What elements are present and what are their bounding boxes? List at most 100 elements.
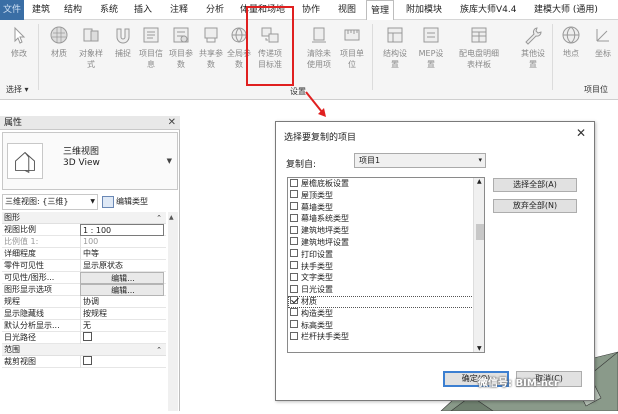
list-item[interactable]: 日光设置	[288, 284, 484, 296]
menu-tab-architecture[interactable]: 建筑	[32, 0, 50, 20]
list-item[interactable]: 建筑地坪设置	[288, 237, 484, 249]
list-item[interactable]: 幕墙类型	[288, 202, 484, 214]
ribbon: 修改 材质 对象样式 捕捉 项目信息 项目参数 共享参数 全局参数 传递项目标准…	[0, 20, 618, 100]
section-graphics[interactable]: 图形 ⌃	[2, 212, 166, 224]
structural-settings-button[interactable]: 结构设置	[380, 22, 410, 70]
section-extents-label: 范围	[4, 345, 20, 354]
menu-tab-view[interactable]: 视图	[338, 0, 356, 20]
shared-parameters-label: 共享参数	[199, 49, 223, 69]
item-checkbox[interactable]	[290, 261, 298, 270]
menu-tab-manage[interactable]: 管理	[366, 0, 395, 20]
item-checkbox[interactable]	[290, 331, 298, 340]
close-icon[interactable]: ✕	[168, 116, 176, 130]
copy-from-select[interactable]: 项目1 ▾	[354, 153, 486, 168]
property-row: 比例值 1: 100	[2, 236, 166, 248]
list-item[interactable]: 幕墙系统类型	[288, 213, 484, 225]
menu-tab-structure[interactable]: 结构	[64, 0, 82, 20]
list-item[interactable]: 打印设置	[288, 249, 484, 261]
materials-button[interactable]: 材质	[44, 22, 74, 59]
item-checkbox[interactable]	[290, 296, 298, 305]
object-styles-button[interactable]: 对象样式	[76, 22, 106, 70]
edit-type-label: 编辑类型	[116, 197, 148, 206]
graphic-display-edit-button[interactable]: 编辑...	[80, 284, 164, 296]
list-item[interactable]: 屋檐底板设置	[288, 178, 484, 190]
view-scale-field[interactable]: 1 : 100	[80, 224, 164, 236]
chevron-down-icon[interactable]: ▼	[167, 157, 172, 165]
list-item[interactable]: 构造类型	[288, 308, 484, 320]
item-checkbox[interactable]	[290, 320, 298, 329]
purge-unused-button[interactable]: 清除未使用项	[304, 22, 334, 70]
menu-tab-collaborate[interactable]: 协作	[302, 0, 320, 20]
project-parameters-button[interactable]: 项目参数	[166, 22, 196, 70]
vg-overrides-edit-button[interactable]: 编辑...	[80, 272, 164, 284]
collapse-icon[interactable]: ⌃	[156, 212, 162, 224]
scroll-thumb[interactable]	[476, 224, 484, 240]
house-3d-icon	[7, 143, 43, 179]
collapse-icon[interactable]: ⌃	[156, 344, 162, 356]
close-icon[interactable]: ✕	[576, 126, 586, 140]
item-checkbox[interactable]	[290, 225, 298, 234]
scroll-down-icon[interactable]: ▼	[477, 345, 482, 352]
item-label: 幕墙类型	[301, 202, 333, 212]
watermark-text: 微信号: BIM-ncr	[478, 378, 559, 389]
menu-tab-annotate[interactable]: 注释	[170, 0, 188, 20]
parts-visibility-field[interactable]: 显示原状态	[80, 260, 164, 272]
coordinates-button[interactable]: 坐标	[588, 22, 618, 59]
panel-schedule-templates-button[interactable]: 配电盘明细表样板	[456, 22, 502, 70]
sun-path-checkbox[interactable]	[83, 332, 92, 341]
properties-scrollbar[interactable]: ▲	[168, 212, 178, 411]
list-item[interactable]: 屋顶类型	[288, 190, 484, 202]
project-units-button[interactable]: 项目单位	[337, 22, 367, 70]
section-extents[interactable]: 范围 ⌃	[2, 344, 166, 356]
menu-tab-systems[interactable]: 系统	[100, 0, 118, 20]
menu-tab-analyze[interactable]: 分析	[206, 0, 224, 20]
menu-tab-addins[interactable]: 附加模块	[406, 0, 442, 20]
property-row: 默认分析显示... 无	[2, 320, 166, 332]
property-name: 默认分析显示...	[4, 321, 60, 330]
detail-level-field[interactable]: 中等	[80, 248, 164, 260]
menu-file[interactable]: 文件	[0, 0, 24, 20]
scroll-up-icon[interactable]: ▲	[169, 214, 174, 221]
list-item[interactable]: 栏杆扶手类型	[288, 331, 484, 343]
list-item[interactable]: 材质	[288, 295, 484, 308]
menu-tab-insert[interactable]: 插入	[134, 0, 152, 20]
project-info-button[interactable]: 项目信息	[136, 22, 166, 70]
type-selector[interactable]: 三维视图 3D View ▼	[2, 132, 178, 190]
list-item[interactable]: 扶手类型	[288, 261, 484, 273]
scroll-up-icon[interactable]: ▲	[477, 178, 482, 185]
default-analysis-display-field[interactable]: 无	[80, 320, 164, 332]
select-panel-dropdown[interactable]: 选择 ▾	[6, 84, 29, 95]
item-checkbox[interactable]	[290, 249, 298, 258]
items-list-scrollbar[interactable]: ▲ ▼	[473, 178, 484, 352]
item-checkbox[interactable]	[290, 272, 298, 281]
shared-parameters-button[interactable]: 共享参数	[196, 22, 226, 70]
item-checkbox[interactable]	[290, 284, 298, 293]
crop-view-checkbox[interactable]	[83, 356, 92, 365]
show-hidden-lines-field[interactable]: 按规程	[80, 308, 164, 320]
menu-tab-family-library[interactable]: 族库大师V4.4	[460, 0, 516, 20]
edit-type-button[interactable]: 编辑类型	[102, 194, 148, 210]
discipline-field[interactable]: 协调	[80, 296, 164, 308]
highlight-box	[246, 6, 294, 86]
list-item[interactable]: 建筑地坪类型	[288, 225, 484, 237]
item-checkbox[interactable]	[290, 237, 298, 246]
item-checkbox[interactable]	[290, 202, 298, 211]
properties-palette: 属性 ✕ 三维视图 3D View ▼ 三维视图: {三维} ▼ 编辑类型 图形…	[0, 116, 180, 411]
item-checkbox[interactable]	[290, 213, 298, 222]
property-name: 详细程度	[4, 249, 36, 258]
deselect-all-button[interactable]: 放弃全部(N)	[493, 199, 577, 213]
item-checkbox[interactable]	[290, 178, 298, 187]
items-list-body: 屋檐底板设置 屋顶类型 幕墙类型 幕墙系统类型 建筑地坪类型 建筑地坪设置 打印设置 扶手类型…	[288, 178, 484, 343]
select-all-button[interactable]: 选择全部(A)	[493, 178, 577, 192]
mep-settings-button[interactable]: MEP设置	[416, 22, 446, 70]
additional-settings-button[interactable]: 其他设置	[518, 22, 548, 70]
menu-tab-modeling-master[interactable]: 建模大师 (通用)	[534, 0, 598, 20]
modify-button[interactable]: 修改	[4, 22, 34, 59]
snaps-button[interactable]: 捕捉	[108, 22, 138, 59]
item-checkbox[interactable]	[290, 308, 298, 317]
item-checkbox[interactable]	[290, 190, 298, 199]
list-item[interactable]: 文字类型	[288, 272, 484, 284]
instance-filter-select[interactable]: 三维视图: {三维} ▼	[2, 194, 98, 210]
location-button[interactable]: 地点	[556, 22, 586, 59]
list-item[interactable]: 标高类型	[288, 320, 484, 332]
